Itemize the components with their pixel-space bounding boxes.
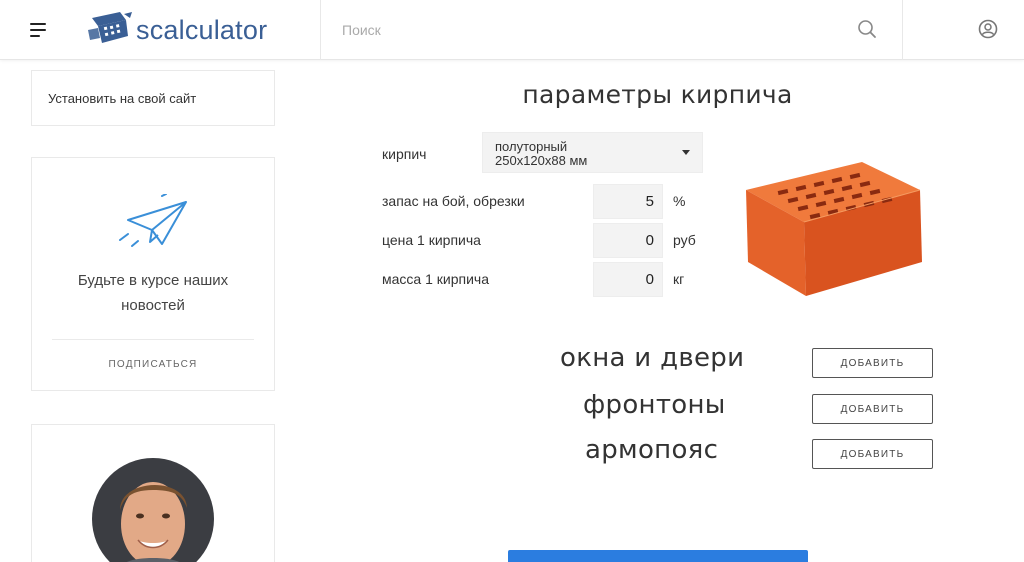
search-icon[interactable]	[856, 18, 878, 40]
brick-type-selected-value: полуторный 250x120x88 мм	[495, 140, 665, 168]
author-card	[31, 424, 275, 562]
windows-doors-title: окна и двери	[560, 343, 745, 373]
brick-mass-unit: кг	[673, 271, 685, 287]
user-account-icon[interactable]	[977, 18, 999, 40]
waste-reserve-unit: %	[673, 193, 686, 209]
newsletter-text-line: Будьте в курсе наших	[77, 272, 229, 289]
brick-price-unit: руб	[673, 232, 696, 248]
reinforcement-belt-title: армопояс	[585, 435, 719, 465]
logo-text: scalculator	[136, 14, 268, 45]
gables-title: фронтоны	[583, 390, 726, 420]
chevron-down-icon	[682, 150, 690, 155]
paper-plane-icon	[119, 194, 187, 247]
top-header: scalculator	[0, 0, 1024, 60]
brick-mass-label: масса 1 кирпича	[382, 271, 489, 287]
hamburger-menu-icon[interactable]	[26, 20, 52, 40]
calculator-logo-icon	[88, 12, 132, 43]
divider	[320, 0, 321, 60]
add-gables-button[interactable]: ДОБАВИТЬ	[812, 394, 933, 424]
subscribe-link[interactable]: ПОДПИСАТЬСЯ	[32, 359, 274, 370]
person-photo	[92, 458, 214, 562]
divider	[52, 339, 254, 340]
search-input[interactable]	[330, 14, 850, 46]
calculate-button[interactable]	[508, 550, 808, 562]
brick-price-label: цена 1 кирпича	[382, 232, 481, 248]
brick-type-value-line: 250x120x88 мм	[495, 153, 588, 168]
add-windows-doors-button[interactable]: ДОБАВИТЬ	[812, 348, 933, 378]
brick-type-label: кирпич	[382, 146, 427, 162]
page-title: параметры кирпича	[522, 80, 793, 109]
brick-mass-input[interactable]	[593, 262, 663, 297]
waste-reserve-label: запас на бой, обрезки	[382, 193, 525, 209]
avatar	[92, 458, 214, 562]
add-reinforcement-belt-button[interactable]: ДОБАВИТЬ	[812, 439, 933, 469]
brick-type-select[interactable]: полуторный 250x120x88 мм	[482, 132, 703, 173]
newsletter-text: Будьте в курсе наших новостей	[32, 268, 274, 318]
brick-price-input[interactable]	[593, 223, 663, 258]
install-on-site-link[interactable]: Установить на свой сайт	[48, 91, 196, 106]
brick-type-value-line: полуторный	[495, 139, 568, 154]
install-widget-card: Установить на свой сайт	[31, 70, 275, 126]
brick-image	[746, 162, 922, 296]
waste-reserve-input[interactable]	[593, 184, 663, 219]
divider	[902, 0, 903, 60]
site-logo[interactable]: scalculator	[86, 10, 267, 50]
newsletter-card: Будьте в курсе наших новостей ПОДПИСАТЬС…	[31, 157, 275, 391]
newsletter-text-line: новостей	[121, 297, 185, 314]
